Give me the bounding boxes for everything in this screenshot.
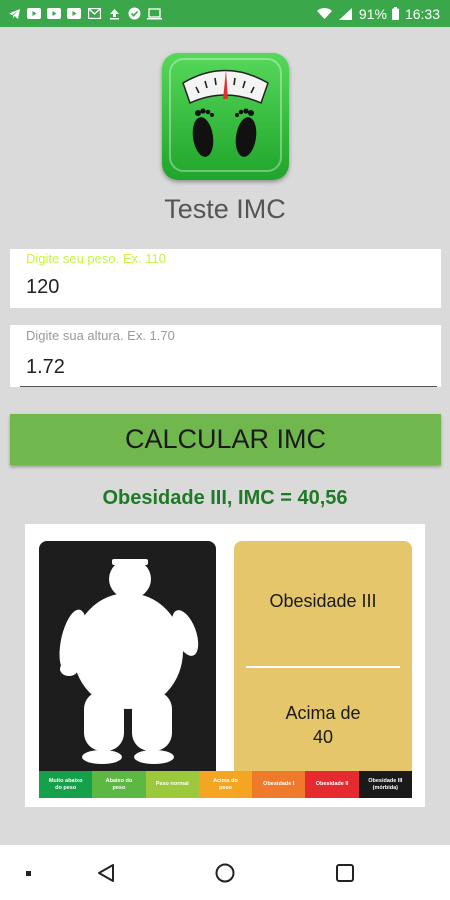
gmail-icon [86,7,102,21]
bmi-scale-label: (mórbida) [372,784,399,791]
telegram-icon [6,7,22,21]
signal-icon [338,7,354,21]
bmi-scale-segment: Acima do peso [198,771,253,798]
bmi-scale-label: Muito abaixo [48,777,83,784]
bmi-scale-segment: Abaixo do peso [92,771,146,798]
notification-icons [6,7,162,21]
check-circle-icon [126,7,142,21]
system-icons: 91% 16:33 [317,6,440,22]
battery-percent: 91% [358,5,387,22]
classification-range-line1: Acima de [285,703,361,723]
bmi-result-card: Obesidade III Acima de 40 Muito abaixo do… [25,524,425,807]
height-input[interactable]: 1.72 [26,356,426,379]
body-silhouette-panel [39,541,216,771]
weight-field[interactable]: Digite seu peso. Ex. 110 120 [10,249,441,308]
recent-apps-icon[interactable] [335,863,355,888]
bmi-scale-label: Obesidade I [263,781,295,788]
calculate-bmi-button[interactable]: CALCULAR IMC [10,414,441,465]
youtube-icon [66,7,82,21]
bmi-scale-label: Abaixo do [105,777,133,784]
clock: 16:33 [404,5,440,22]
classification-range: Acima de 40 [234,701,412,750]
navigation-bar [0,845,450,900]
bmi-scale-segment: Obesidade I [252,771,306,798]
dot-indicator-icon [26,871,31,876]
bmi-result-text: Obesidade III, IMC = 40,56 [102,487,348,509]
bmi-scale-label: Peso normal [155,781,189,788]
weight-field-label: Digite seu peso. Ex. 110 [26,251,166,266]
height-input-underline [20,386,437,387]
classification-divider [246,666,400,668]
bmi-scale-legend: Muito abaixo do peso Abaixo do peso Peso nor… [39,771,412,798]
bmi-scale-segment: Peso normal [145,771,199,798]
wifi-icon [317,7,333,21]
battery-icon [392,7,400,21]
status-bar: 91% 16:33 [0,0,450,27]
back-icon[interactable] [96,863,116,888]
bmi-scale-label: Acima do [213,777,238,784]
bmi-scale-label: do peso [55,784,77,791]
app-title: Teste IMC [164,194,286,224]
app-logo-scale-icon [162,53,289,180]
bmi-scale-segment: Muito abaixo do peso [39,771,93,798]
bmi-scale-label: Obesidade II [315,781,349,788]
obese-body-silhouette-icon [59,559,199,764]
bmi-scale-label: peso [112,784,126,791]
classification-name: Obesidade III [269,591,377,611]
upload-icon [106,7,122,21]
weight-input[interactable]: 120 [26,276,426,299]
home-icon[interactable] [215,863,235,888]
bmi-scale-label: Obesidade III [368,777,403,784]
classification-range-line2: 40 [312,727,334,748]
youtube-icon [26,7,42,21]
height-field[interactable]: Digite sua altura. Ex. 1.70 1.72 [10,325,441,387]
bmi-scale-segment: Obesidade II [305,771,359,798]
height-field-label: Digite sua altura. Ex. 1.70 [26,328,175,343]
classification-panel: Obesidade III Acima de 40 [234,541,412,771]
laptop-icon [146,7,162,21]
bmi-scale-segment: Obesidade III (mórbida) [358,771,412,798]
youtube-icon [46,7,62,21]
bmi-scale-label: peso [219,784,232,791]
